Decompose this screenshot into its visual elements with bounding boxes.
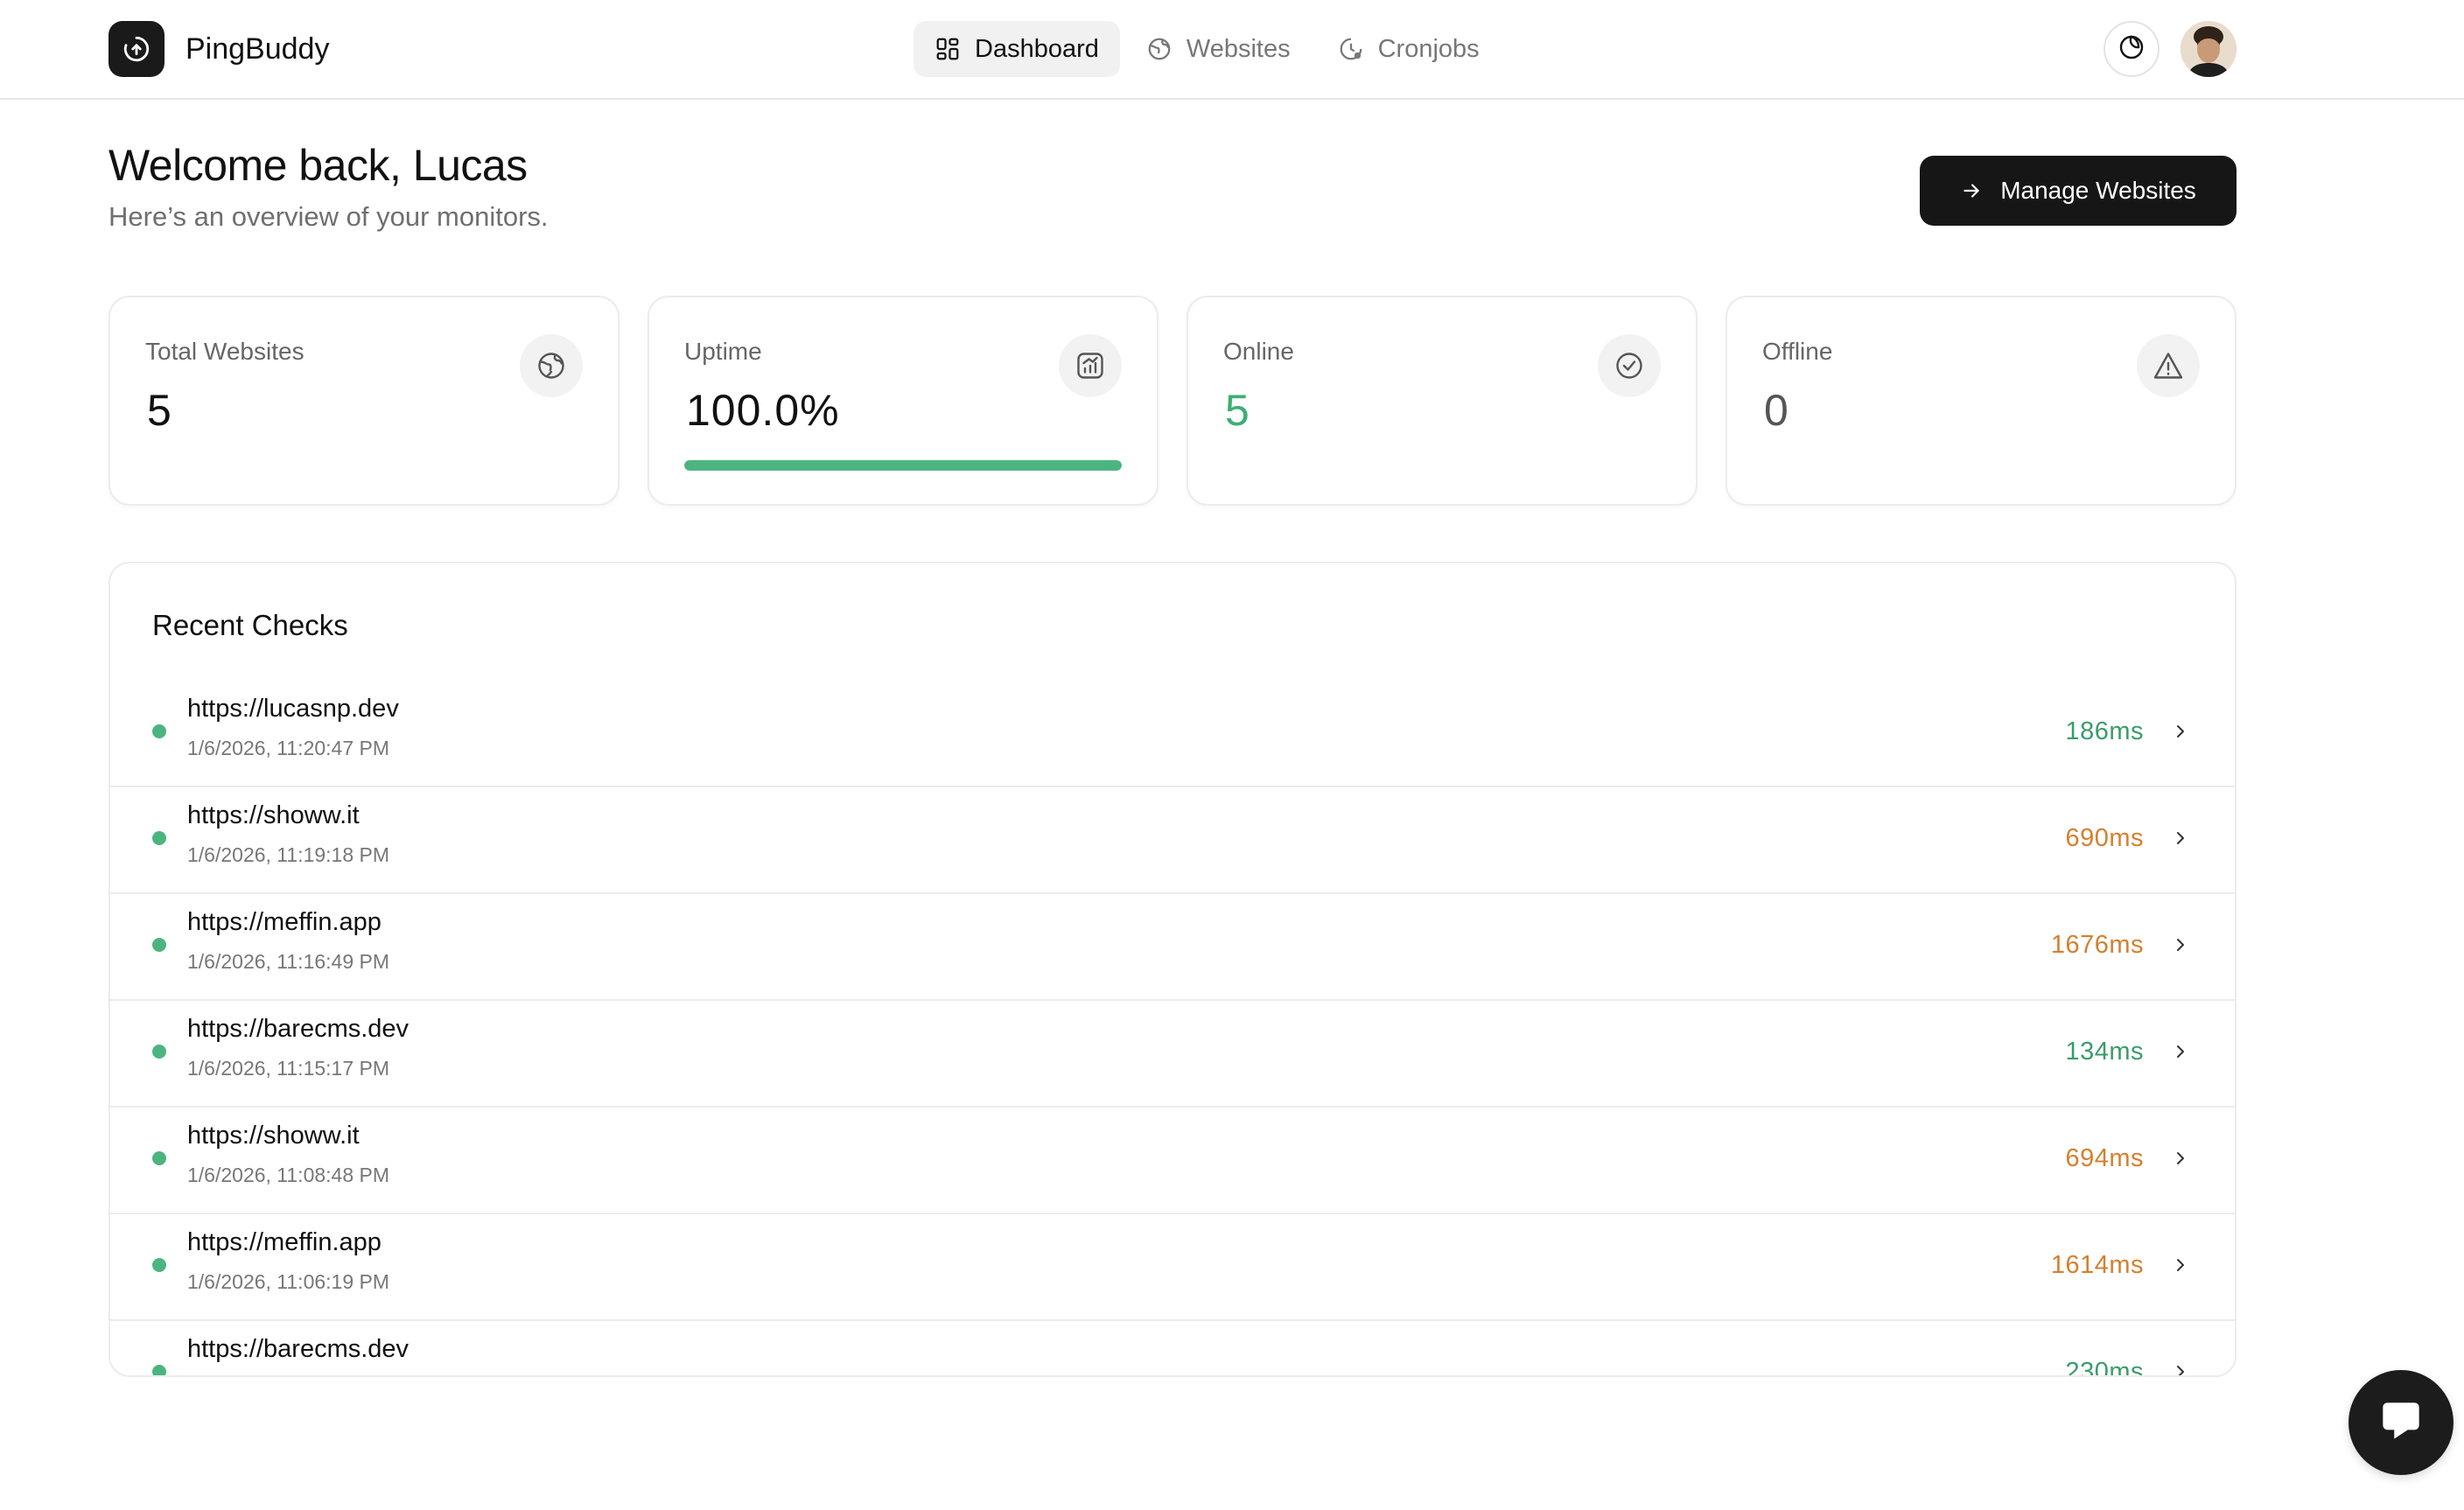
dashboard-grid-icon <box>934 36 961 62</box>
pingbuddy-logo-icon <box>108 21 164 77</box>
chart-icon <box>1059 334 1122 397</box>
stat-value: 0 <box>1764 386 1789 435</box>
response-time: 186ms <box>2065 717 2144 745</box>
nav-dashboard-label: Dashboard <box>975 34 1099 63</box>
check-time: 1/6/2026, 11:20:47 PM <box>187 737 390 759</box>
nav-dashboard[interactable]: Dashboard <box>914 21 1120 77</box>
nav-websites-label: Websites <box>1186 34 1291 63</box>
recent-checks-title: Recent Checks <box>152 609 348 641</box>
chevron-right-icon <box>2168 1360 2193 1375</box>
check-url: https://barecms.dev <box>187 1335 410 1363</box>
response-time: 694ms <box>2065 1144 2144 1172</box>
status-dot <box>152 1045 166 1059</box>
check-row[interactable]: https://lucasnp.dev 1/6/2026, 11:20:47 PM… <box>110 681 2235 787</box>
check-url: https://lucasnp.dev <box>187 695 399 723</box>
nav-websites[interactable]: Websites <box>1125 21 1312 77</box>
brand[interactable]: PingBuddy <box>108 21 329 77</box>
chevron-right-icon <box>2168 1039 2193 1064</box>
clock-icon <box>1338 36 1364 62</box>
chevron-right-icon <box>2168 719 2193 744</box>
arrow-right-icon <box>1960 179 1983 202</box>
stat-label: Total Websites <box>145 338 304 365</box>
check-row[interactable]: https://showw.it 1/6/2026, 11:19:18 PM 690… <box>110 787 2235 894</box>
response-time: 1676ms <box>2050 931 2144 959</box>
chevron-right-icon <box>2168 1253 2193 1277</box>
status-dot <box>152 831 166 845</box>
recent-checks-panel: Recent Checks https://lucasnp.dev 1/6/202… <box>108 562 2236 1377</box>
check-row[interactable]: https://meffin.app 1/6/2026, 11:16:49 PM 1… <box>110 894 2235 1001</box>
stat-label: Offline <box>1762 338 1833 365</box>
check-time: 1/6/2026, 11:19:18 PM <box>187 843 390 866</box>
check-url: https://meffin.app <box>187 908 382 936</box>
stat-card-offline: Offline 0 <box>1726 296 2236 506</box>
check-time: 1/6/2026, 11:16:49 PM <box>187 950 390 973</box>
user-avatar[interactable] <box>2180 21 2236 77</box>
top-navigation-bar: PingBuddy Dashboard Websites Cronjobs <box>0 0 2464 100</box>
check-url: https://showw.it <box>187 1122 360 1150</box>
check-row[interactable]: https://meffin.app 1/6/2026, 11:06:19 PM 1… <box>110 1214 2235 1321</box>
stat-card-uptime: Uptime 100.0% <box>648 296 1158 506</box>
nav-cronjobs-label: Cronjobs <box>1377 34 1480 63</box>
response-time: 690ms <box>2065 824 2144 852</box>
stat-card-total-websites: Total Websites 5 <box>108 296 620 506</box>
status-dot <box>152 724 166 738</box>
moon-icon <box>2118 33 2146 66</box>
status-dot <box>152 938 166 952</box>
warning-icon <box>2137 334 2200 397</box>
check-row[interactable]: https://barecms.dev 230ms <box>110 1321 2235 1377</box>
check-time: 1/6/2026, 11:08:48 PM <box>187 1164 390 1186</box>
status-dot <box>152 1258 166 1272</box>
stat-value: 5 <box>1225 386 1250 435</box>
check-row[interactable]: https://barecms.dev 1/6/2026, 11:15:17 PM… <box>110 1001 2235 1108</box>
chat-bubble-icon <box>2374 1394 2428 1452</box>
manage-websites-button[interactable]: Manage Websites <box>1920 156 2236 226</box>
uptime-progress-bar <box>684 460 1122 471</box>
check-url: https://showw.it <box>187 801 360 829</box>
nav-cronjobs[interactable]: Cronjobs <box>1317 21 1501 77</box>
check-time: 1/6/2026, 11:15:17 PM <box>187 1057 390 1080</box>
check-url: https://barecms.dev <box>187 1015 410 1043</box>
stat-label: Online <box>1223 338 1294 365</box>
stat-value: 5 <box>147 386 172 435</box>
recent-checks-list: https://lucasnp.dev 1/6/2026, 11:20:47 PM… <box>110 681 2235 1377</box>
page: PingBuddy Dashboard Websites Cronjobs We… <box>0 0 2464 1510</box>
check-time: 1/6/2026, 11:06:19 PM <box>187 1270 390 1293</box>
status-dot <box>152 1365 166 1375</box>
check-circle-icon <box>1598 334 1661 397</box>
globe-icon <box>520 334 583 397</box>
response-time: 230ms <box>2065 1358 2144 1377</box>
response-time: 134ms <box>2065 1038 2144 1066</box>
stat-card-online: Online 5 <box>1186 296 1698 506</box>
main-nav: Dashboard Websites Cronjobs <box>914 21 1506 77</box>
chevron-right-icon <box>2168 826 2193 850</box>
chevron-right-icon <box>2168 933 2193 957</box>
check-url: https://meffin.app <box>187 1228 382 1256</box>
page-subtitle: Here’s an overview of your monitors. <box>108 201 549 232</box>
globe-icon <box>1146 36 1172 62</box>
response-time: 1614ms <box>2050 1251 2144 1279</box>
check-row[interactable]: https://showw.it 1/6/2026, 11:08:48 PM 694… <box>110 1108 2235 1214</box>
page-title: Welcome back, Lucas <box>108 141 528 190</box>
stat-value: 100.0% <box>686 386 840 435</box>
brand-name: PingBuddy <box>186 31 330 66</box>
stat-label: Uptime <box>684 338 762 365</box>
chat-button[interactable] <box>2348 1370 2454 1475</box>
status-dot <box>152 1151 166 1165</box>
chevron-right-icon <box>2168 1146 2193 1171</box>
uptime-progress-fill <box>684 460 1122 471</box>
manage-websites-label: Manage Websites <box>2000 177 2196 204</box>
theme-toggle-button[interactable] <box>2104 21 2160 77</box>
